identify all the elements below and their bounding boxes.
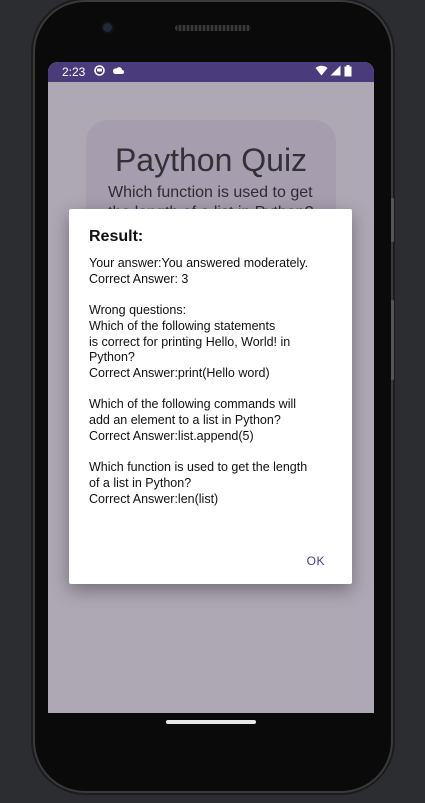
- dialog-message: Your answer:You answered moderately. Cor…: [89, 256, 339, 507]
- result-dialog: Result: Your answer:You answered moderat…: [69, 209, 352, 584]
- earpiece-speaker: [175, 25, 251, 31]
- wrong-question-2-answer: Correct Answer:list.append(5): [89, 428, 254, 443]
- wrong-question-3-answer: Correct Answer:len(list): [89, 491, 219, 506]
- wrong-question-1-line-2: is correct for printing Hello, World! in: [89, 334, 291, 349]
- battery-icon: [344, 65, 352, 81]
- wifi-icon: [315, 65, 328, 80]
- cloud-icon: [112, 65, 124, 79]
- wrong-question-1-answer: Correct Answer:print(Hello word): [89, 365, 270, 380]
- your-answer-text: Your answer:You answered moderately.: [89, 256, 309, 270]
- wrong-question-3-line-2: of a list in Python?: [89, 475, 192, 490]
- wrong-question-3-line-1: Which function is used to get the length: [89, 460, 308, 475]
- wrong-question-1-line-3: Python?: [89, 350, 135, 365]
- notification-icon: [94, 65, 105, 80]
- wrong-question-2-line-2: add an element to a list in Python?: [89, 413, 281, 427]
- status-bar: 2:23: [48, 62, 374, 82]
- wrong-question-2-line-1: Which of the following commands will: [89, 397, 297, 412]
- signal-icon: [330, 65, 341, 80]
- dialog-title: Result:: [89, 228, 144, 245]
- emulator-stage: 2:23 Paython Quiz Which function is used…: [0, 0, 425, 803]
- front-camera: [103, 23, 112, 32]
- ok-button[interactable]: OK: [307, 554, 325, 568]
- status-time: 2:23: [62, 65, 86, 79]
- volume-button[interactable]: [391, 198, 394, 242]
- wrong-question-1-line-1: Which of the following statements: [89, 318, 276, 333]
- correct-count-text: Correct Answer: 3: [89, 271, 189, 286]
- home-gesture-bar[interactable]: [166, 720, 256, 724]
- power-button[interactable]: [391, 300, 394, 380]
- wrong-questions-heading: Wrong questions:: [89, 303, 187, 318]
